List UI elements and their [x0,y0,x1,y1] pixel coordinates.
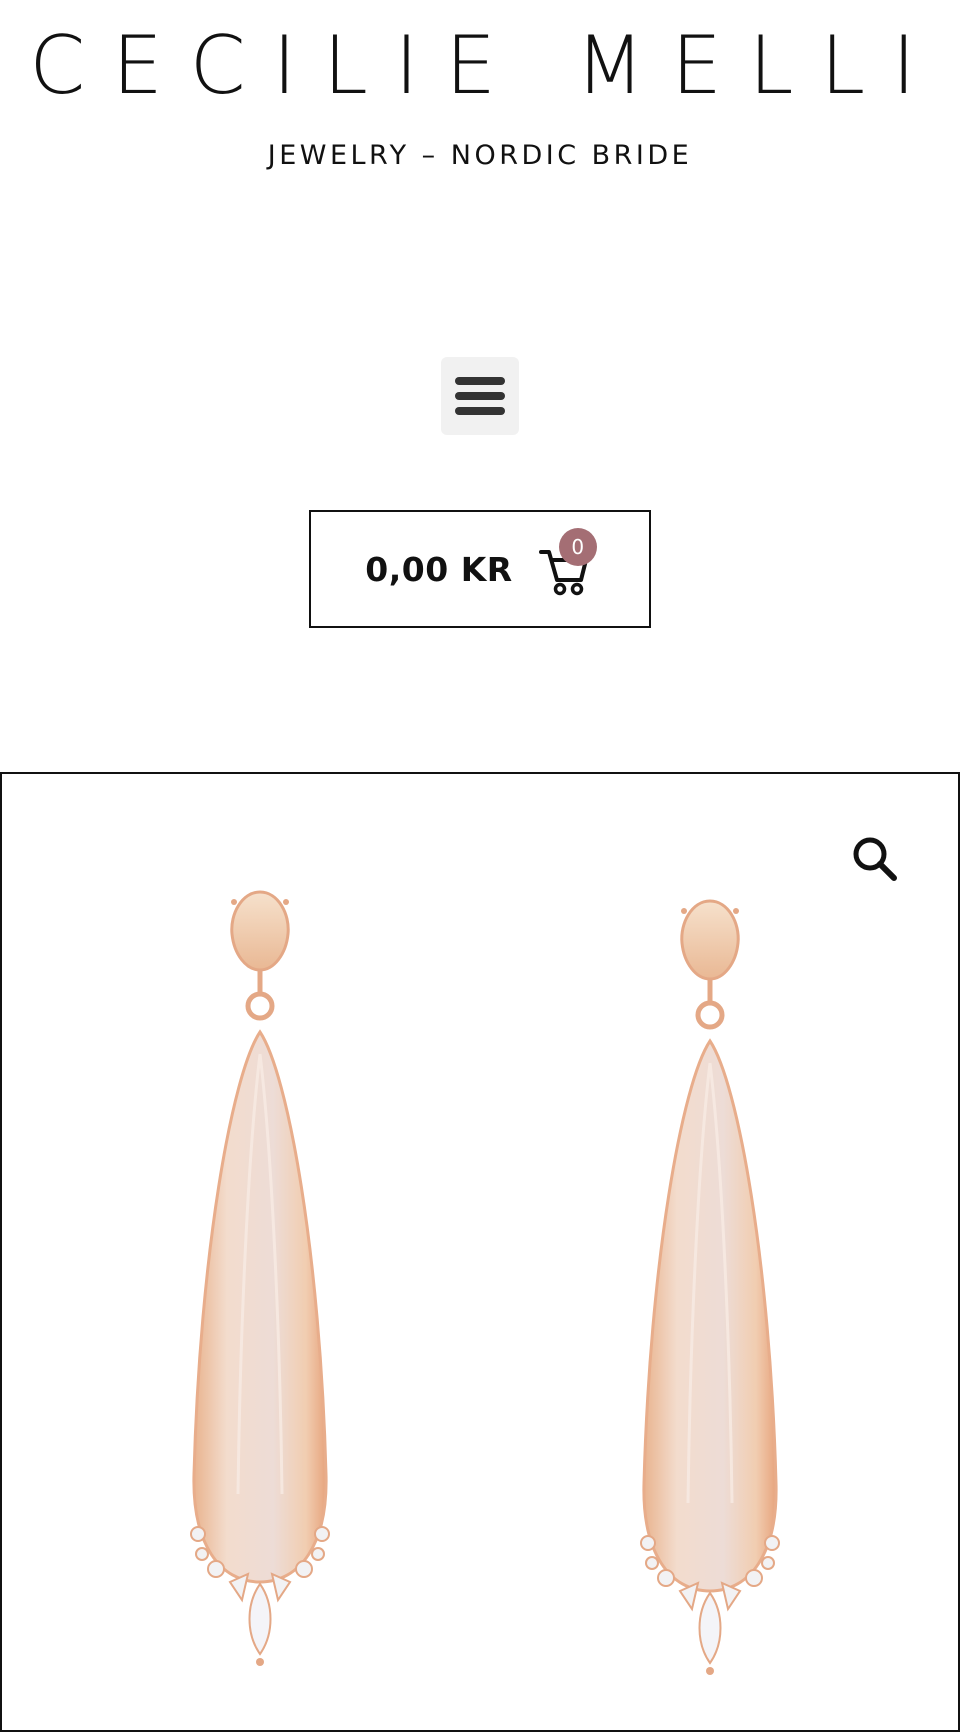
brand-title[interactable]: CECILIE MELLI [0,18,960,114]
hamburger-menu-icon [455,377,505,415]
cart-count-badge: 0 [558,528,597,566]
brand-tagline: JEWELRY – NORDIC BRIDE [267,140,693,171]
mini-cart-button[interactable]: 0,00 KR 0 [309,510,651,628]
earring-left [190,890,330,1666]
product-image-earrings[interactable] [2,774,958,1732]
cart-icon-wrap: 0 [538,528,597,600]
earring-right [640,899,780,1675]
zoom-button[interactable] [850,834,900,884]
cart-total: 0,00 KR [365,549,513,589]
product-gallery [0,772,960,1732]
menu-toggle-button[interactable] [441,357,519,435]
search-icon [853,837,897,881]
